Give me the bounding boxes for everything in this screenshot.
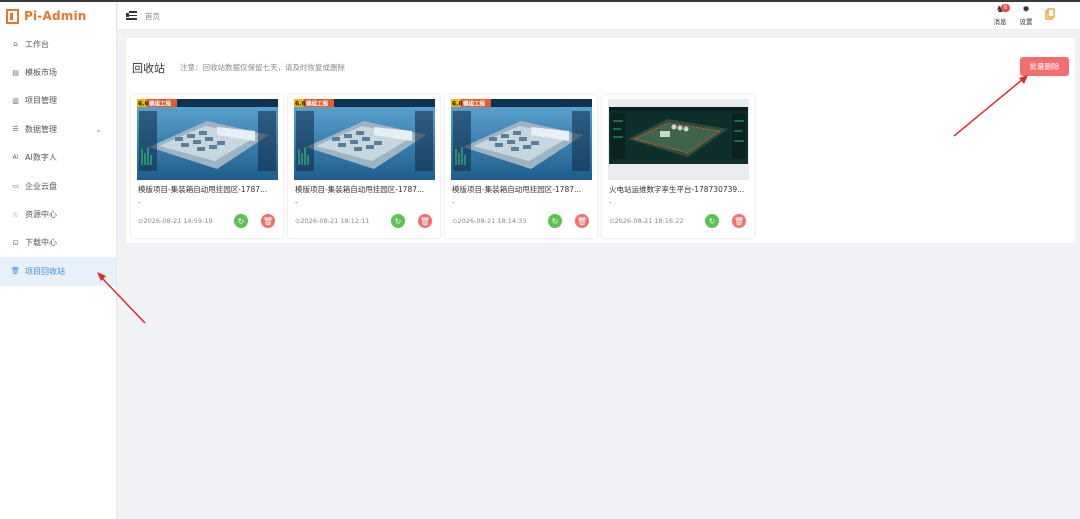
arrow-to-recycle-bin — [100, 276, 146, 324]
annotation-arrows — [97, 75, 1028, 324]
arrow-to-batch-delete — [953, 78, 1024, 137]
arrowhead — [97, 272, 106, 281]
arrowhead — [1019, 75, 1028, 84]
